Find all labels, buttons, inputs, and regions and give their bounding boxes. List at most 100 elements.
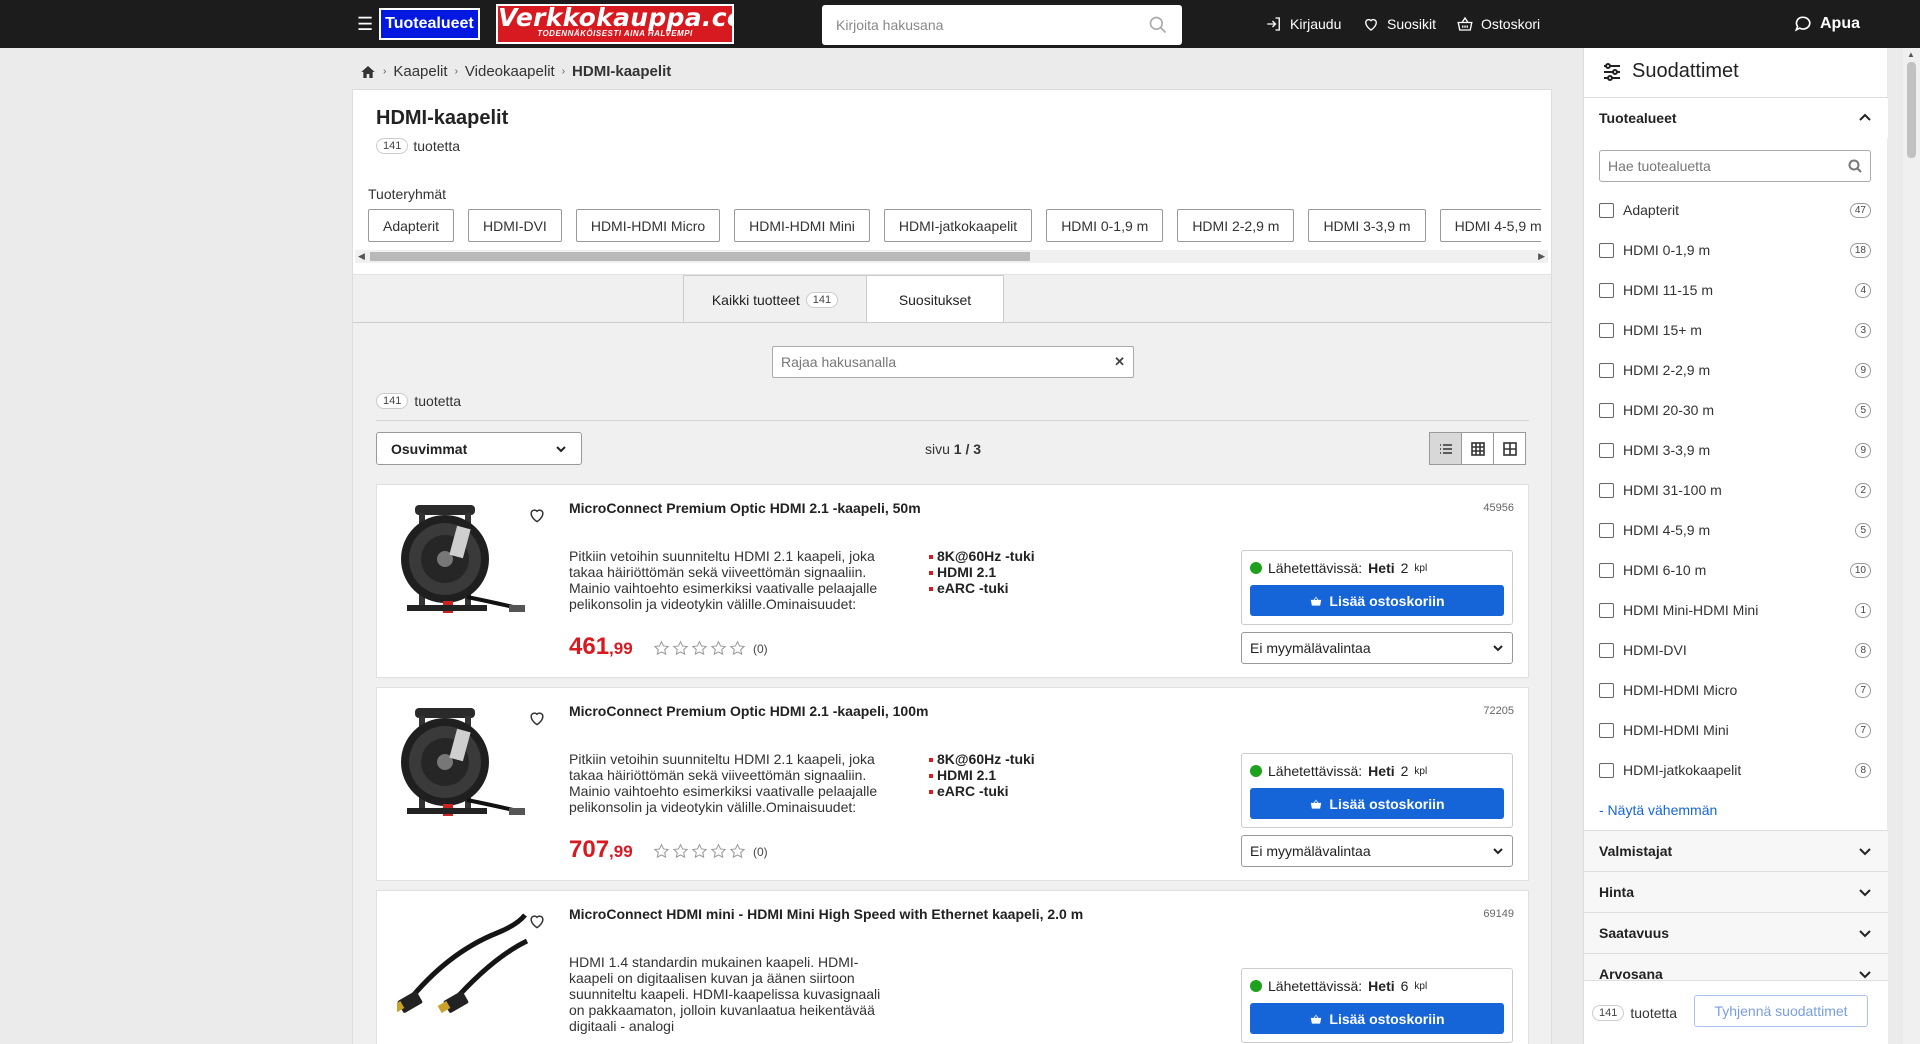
section-price-header[interactable]: Hinta [1584, 871, 1888, 912]
filter-option[interactable]: HDMI 11-15 m 4 [1599, 278, 1871, 302]
filter-option[interactable]: HDMI 0-1,9 m 18 [1599, 238, 1871, 262]
filter-option[interactable]: HDMI 20-30 m 5 [1599, 398, 1871, 422]
scroll-right-arrow-icon[interactable]: ▶ [1538, 250, 1545, 263]
checkbox[interactable] [1599, 522, 1614, 538]
product-title[interactable]: MicroConnect Premium Optic HDMI 2.1 -kaa… [569, 500, 921, 516]
product-card[interactable]: MicroConnect HDMI mini - HDMI Mini High … [376, 890, 1529, 1044]
help-link[interactable]: Apua [1793, 0, 1860, 48]
checkbox[interactable] [1599, 642, 1614, 658]
add-to-cart-button[interactable]: Lisää ostoskoriin [1250, 1003, 1504, 1034]
section-label: Hinta [1599, 884, 1634, 900]
checkbox[interactable] [1599, 482, 1614, 498]
stock-when: Heti [1368, 763, 1395, 779]
compact-grid-button[interactable] [1461, 432, 1494, 465]
checkbox[interactable] [1599, 682, 1614, 698]
checkbox[interactable] [1599, 402, 1614, 418]
product-image-cable-reel[interactable] [397, 497, 532, 632]
checkbox[interactable] [1599, 602, 1614, 618]
checkbox[interactable] [1599, 202, 1614, 218]
site-logo[interactable]: Verkkokauppa.com TODENNÄKÖISESTI AINA HA… [496, 4, 734, 44]
heart-icon[interactable] [527, 505, 547, 525]
filter-option[interactable]: HDMI 3-3,9 m 9 [1599, 438, 1871, 462]
show-less-link[interactable]: - Näytä vähemmän [1599, 802, 1717, 818]
add-to-cart-button[interactable]: Lisää ostoskoriin [1250, 585, 1504, 616]
categories-menu-button[interactable]: ☰ Tuotealueet [357, 8, 480, 40]
section-manufacturers-header[interactable]: Valmistajat [1584, 830, 1888, 871]
page-scrollbar[interactable]: ▲ [1903, 48, 1920, 1044]
tab-recommendations[interactable]: Suositukset [866, 275, 1004, 323]
group-chip[interactable]: HDMI-HDMI Micro [575, 209, 721, 242]
product-image-hdmi-cable[interactable] [397, 903, 532, 1038]
group-chip[interactable]: HDMI-DVI [468, 209, 562, 242]
group-chip[interactable]: HDMI 4-5,9 m [1439, 209, 1541, 242]
checkbox[interactable] [1599, 762, 1614, 778]
home-icon[interactable] [360, 64, 376, 80]
option-label: Adapterit [1623, 202, 1680, 218]
filter-option[interactable]: HDMI-DVI 8 [1599, 638, 1871, 662]
filter-option[interactable]: HDMI 6-10 m 10 [1599, 558, 1871, 582]
checkbox[interactable] [1599, 362, 1614, 378]
site-search-input[interactable]: Kirjoita hakusana [822, 5, 1182, 45]
heart-icon[interactable] [527, 911, 547, 931]
search-icon[interactable] [1148, 15, 1168, 35]
product-rating[interactable]: (0) [653, 640, 768, 657]
tab-all-products[interactable]: Kaikki tuotteet 141 [683, 275, 867, 323]
group-chip[interactable]: HDMI-HDMI Mini [734, 209, 870, 242]
checkbox[interactable] [1599, 322, 1614, 338]
group-chip[interactable]: Adapterit [368, 209, 455, 242]
checkbox[interactable] [1599, 562, 1614, 578]
filter-option[interactable]: HDMI-jatkokaapelit 8 [1599, 758, 1871, 782]
login-label: Kirjaudu [1290, 16, 1342, 32]
top-bar: ☰ Tuotealueet Verkkokauppa.com TODENNÄKÖ… [0, 0, 1920, 48]
checkbox[interactable] [1599, 242, 1614, 258]
login-link[interactable]: Kirjaudu [1265, 0, 1341, 48]
breadcrumb-link[interactable]: Videokaapelit [465, 63, 555, 80]
scroll-up-arrow-icon[interactable]: ▲ [1907, 50, 1915, 59]
grid-view-button[interactable] [1493, 432, 1526, 465]
section-availability-header[interactable]: Saatavuus [1584, 912, 1888, 953]
stock-status: Lähetettävissä: Heti 6 kpl [1250, 978, 1427, 994]
section-categories-header[interactable]: Tuotealueet [1584, 97, 1888, 138]
product-rating[interactable]: (0) [653, 843, 768, 860]
filter-option[interactable]: Adapterit 47 [1599, 198, 1871, 222]
group-chip[interactable]: HDMI 0-1,9 m [1046, 209, 1164, 242]
filter-option[interactable]: HDMI-HDMI Micro 7 [1599, 678, 1871, 702]
scroll-left-arrow-icon[interactable]: ◀ [358, 250, 365, 263]
store-select[interactable]: Ei myymälävalintaa [1241, 632, 1513, 664]
product-title[interactable]: MicroConnect HDMI mini - HDMI Mini High … [569, 906, 1083, 922]
chevron-down-icon [1859, 889, 1871, 897]
product-title[interactable]: MicroConnect Premium Optic HDMI 2.1 -kaa… [569, 703, 928, 719]
product-features: 8K@60Hz -tuki HDMI 2.1 eARC -tuki [929, 751, 1035, 799]
group-chip[interactable]: HDMI-jatkokaapelit [883, 209, 1033, 242]
horizontal-scrollbar[interactable]: ◀ ▶ [355, 250, 1548, 263]
product-card[interactable]: MicroConnect Premium Optic HDMI 2.1 -kaa… [376, 687, 1529, 881]
product-image-cable-reel[interactable] [397, 700, 532, 835]
checkbox[interactable] [1599, 442, 1614, 458]
add-to-cart-button[interactable]: Lisää ostoskoriin [1250, 788, 1504, 819]
clear-filters-button[interactable]: Tyhjennä suodattimet [1694, 995, 1868, 1027]
clear-icon[interactable]: ✕ [1114, 354, 1125, 370]
chevron-down-icon [1859, 848, 1871, 856]
keyword-filter-input[interactable]: Rajaa hakusanalla ✕ [772, 346, 1134, 378]
group-chip[interactable]: HDMI 3-3,9 m [1308, 209, 1426, 242]
cart-link[interactable]: Ostoskori [1456, 0, 1540, 48]
product-card[interactable]: MicroConnect Premium Optic HDMI 2.1 -kaa… [376, 484, 1529, 678]
favorites-link[interactable]: Suosikit [1362, 0, 1436, 48]
filter-option[interactable]: HDMI Mini-HDMI Mini 1 [1599, 598, 1871, 622]
category-search-input[interactable]: Hae tuotealuetta [1599, 150, 1871, 182]
filter-option[interactable]: HDMI 2-2,9 m 9 [1599, 358, 1871, 382]
filter-option[interactable]: HDMI 15+ m 3 [1599, 318, 1871, 342]
scrollbar-thumb[interactable] [370, 252, 1030, 261]
scrollbar-thumb[interactable] [1907, 62, 1916, 158]
filter-option[interactable]: HDMI 4-5,9 m 5 [1599, 518, 1871, 542]
checkbox[interactable] [1599, 282, 1614, 298]
list-view-button[interactable] [1429, 432, 1462, 465]
sort-select[interactable]: Osuvimmat [376, 432, 582, 465]
filter-option[interactable]: HDMI-HDMI Mini 7 [1599, 718, 1871, 742]
breadcrumb-link[interactable]: Kaapelit [393, 63, 447, 80]
group-chip[interactable]: HDMI 2-2,9 m [1177, 209, 1295, 242]
checkbox[interactable] [1599, 722, 1614, 738]
heart-icon[interactable] [527, 708, 547, 728]
filter-option[interactable]: HDMI 31-100 m 2 [1599, 478, 1871, 502]
store-select[interactable]: Ei myymälävalintaa [1241, 835, 1513, 867]
